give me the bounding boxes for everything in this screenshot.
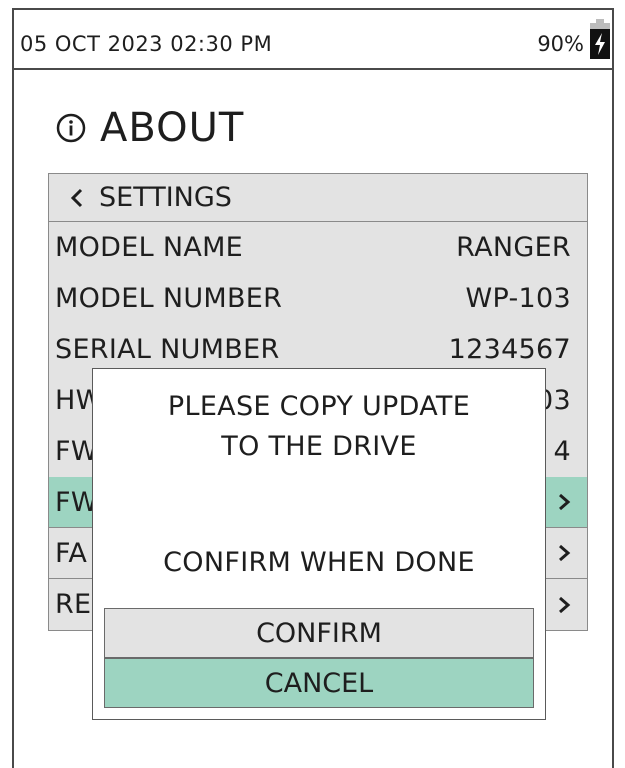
row-label: MODEL NAME — [55, 232, 244, 263]
row-label: FA — [55, 537, 88, 569]
chevron-right-icon — [559, 596, 571, 613]
info-icon — [56, 113, 86, 143]
dialog-message-line1: PLEASE COPY UPDATE — [167, 391, 471, 422]
battery-charging-icon — [590, 19, 610, 59]
datetime: 05 OCT 2023 02:30 PM — [20, 32, 273, 56]
row-value: WP-103 — [465, 283, 571, 314]
chevron-right-icon — [559, 493, 571, 511]
row-label: RE — [55, 589, 92, 620]
page-header: ABOUT — [56, 100, 244, 156]
update-dialog: PLEASE COPY UPDATE TO THE DRIVE CONFIRM … — [92, 368, 546, 720]
confirm-button[interactable]: CONFIRM — [104, 608, 534, 658]
chevron-right-icon — [559, 544, 571, 562]
chevron-left-icon — [70, 188, 83, 207]
cancel-button[interactable]: CANCEL — [104, 658, 534, 708]
row-label: SERIAL NUMBER — [55, 334, 280, 365]
dialog-message-line2: TO THE DRIVE — [221, 431, 417, 462]
dialog-message-line3: CONFIRM WHEN DONE — [163, 547, 475, 578]
row-label: MODEL NUMBER — [55, 283, 283, 314]
back-to-settings-button[interactable]: SETTINGS — [49, 174, 587, 222]
device-screen: 05 OCT 2023 02:30 PM 90% ABOUT SETTINGS … — [12, 8, 614, 768]
info-row-model-name: MODEL NAME RANGER — [49, 222, 587, 273]
back-label: SETTINGS — [99, 182, 232, 213]
row-value: 1234567 — [448, 334, 571, 365]
status-bar: 05 OCT 2023 02:30 PM 90% — [14, 10, 612, 70]
row-value: RANGER — [456, 232, 571, 263]
row-value: 4 — [553, 436, 571, 467]
page-title: ABOUT — [100, 105, 245, 151]
battery-percent: 90% — [537, 32, 584, 56]
info-row-model-number: MODEL NUMBER WP-103 — [49, 273, 587, 324]
